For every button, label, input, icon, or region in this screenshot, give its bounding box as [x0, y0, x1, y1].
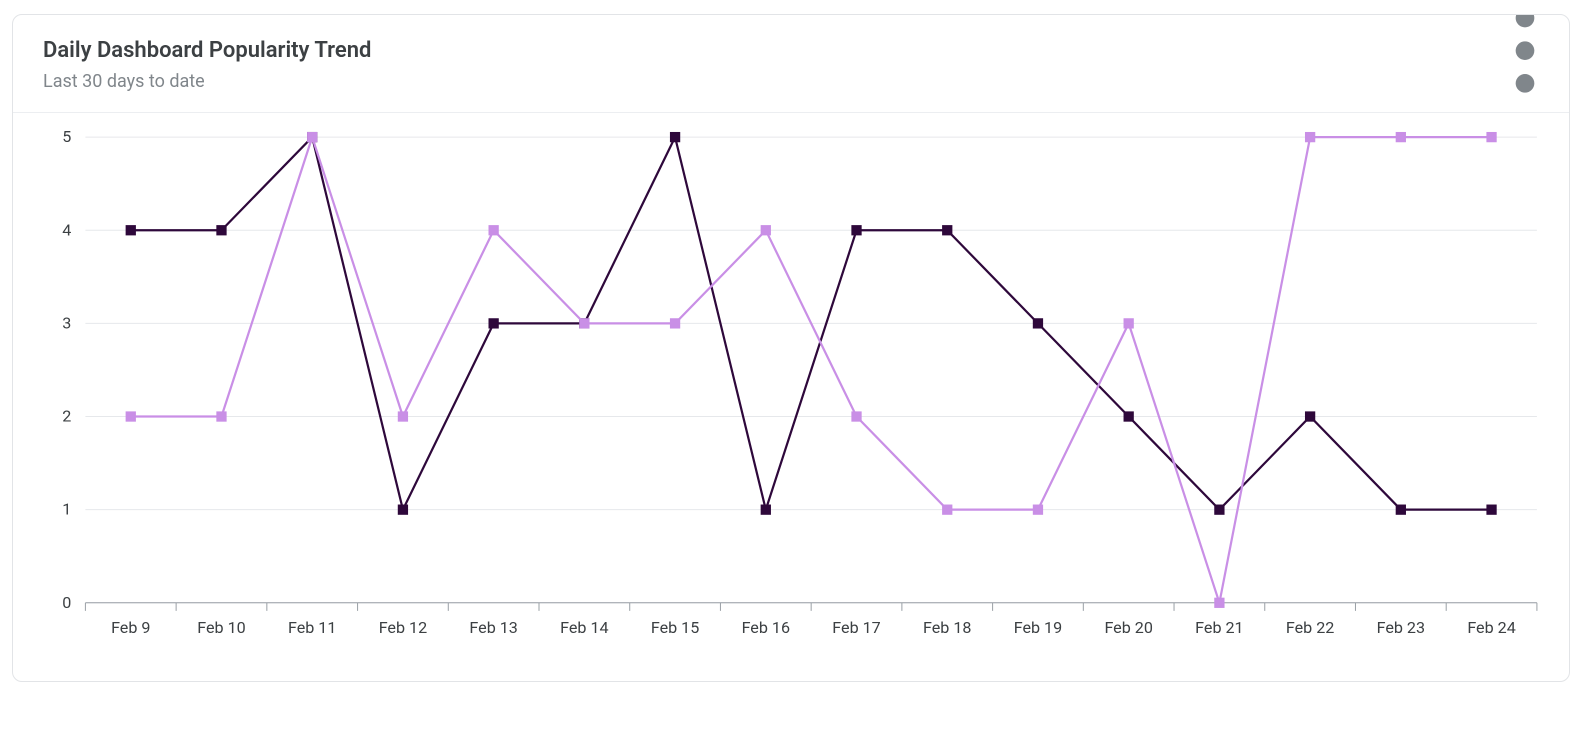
data-point [1487, 133, 1496, 142]
x-tick-label: Feb 20 [1104, 618, 1152, 637]
data-point [398, 505, 407, 514]
x-tick-label: Feb 19 [1014, 618, 1062, 637]
data-point [852, 226, 861, 235]
data-point [580, 319, 589, 328]
x-tick-label: Feb 24 [1467, 618, 1515, 637]
x-tick-label: Feb 13 [469, 618, 517, 637]
x-tick-label: Feb 18 [923, 618, 971, 637]
x-tick-label: Feb 17 [832, 618, 880, 637]
y-tick-label: 0 [62, 593, 71, 612]
chart-title: Daily Dashboard Popularity Trend [43, 37, 371, 65]
x-tick-label: Feb 9 [111, 618, 150, 637]
y-tick-label: 5 [62, 127, 71, 146]
data-point [217, 412, 226, 421]
y-tick-label: 4 [62, 220, 71, 239]
data-point [489, 319, 498, 328]
data-point [398, 412, 407, 421]
line-chart: 0 1 2 3 4 5 Feb 9 Feb 10 Feb 11 Feb 12 Feb 13 Feb 1… [35, 123, 1547, 657]
data-point [1306, 133, 1315, 142]
data-point [1215, 505, 1224, 514]
data-point [489, 226, 498, 235]
data-point [126, 226, 135, 235]
kebab-icon [1511, 14, 1539, 98]
x-tick-label: Feb 21 [1195, 618, 1243, 637]
data-point [671, 133, 680, 142]
data-point [852, 412, 861, 421]
x-tick-label: Feb 15 [651, 618, 699, 637]
more-options-button[interactable] [1511, 37, 1539, 65]
data-point [1124, 319, 1133, 328]
y-tick-label: 3 [62, 314, 71, 333]
card-header: Daily Dashboard Popularity Trend Last 30… [13, 15, 1569, 113]
x-tick-label: Feb 23 [1377, 618, 1425, 637]
data-point [1396, 133, 1405, 142]
x-tick-label: Feb 14 [560, 618, 608, 637]
x-tick-label: Feb 22 [1286, 618, 1334, 637]
title-block: Daily Dashboard Popularity Trend Last 30… [43, 37, 371, 92]
data-point [1396, 505, 1405, 514]
chart-area: 0 1 2 3 4 5 Feb 9 Feb 10 Feb 11 Feb 12 Feb 13 Feb 1… [13, 113, 1569, 681]
data-point [1215, 598, 1224, 607]
data-point [1033, 319, 1042, 328]
data-point [671, 319, 680, 328]
data-point [1124, 412, 1133, 421]
data-point [943, 226, 952, 235]
data-point [126, 412, 135, 421]
data-point [761, 226, 770, 235]
chart-subtitle: Last 30 days to date [43, 71, 371, 93]
x-tick-label: Feb 16 [742, 618, 790, 637]
y-tick-label: 2 [62, 407, 71, 426]
y-tick-label: 1 [62, 500, 71, 519]
data-point [1487, 505, 1496, 514]
data-point [1306, 412, 1315, 421]
data-point [217, 226, 226, 235]
x-tick-label: Feb 10 [197, 618, 245, 637]
chart-card: Daily Dashboard Popularity Trend Last 30… [12, 14, 1570, 682]
x-tick-label: Feb 12 [379, 618, 427, 637]
data-point [308, 133, 317, 142]
data-point [943, 505, 952, 514]
data-point [1033, 505, 1042, 514]
x-tick-label: Feb 11 [288, 618, 336, 637]
data-point [761, 505, 770, 514]
